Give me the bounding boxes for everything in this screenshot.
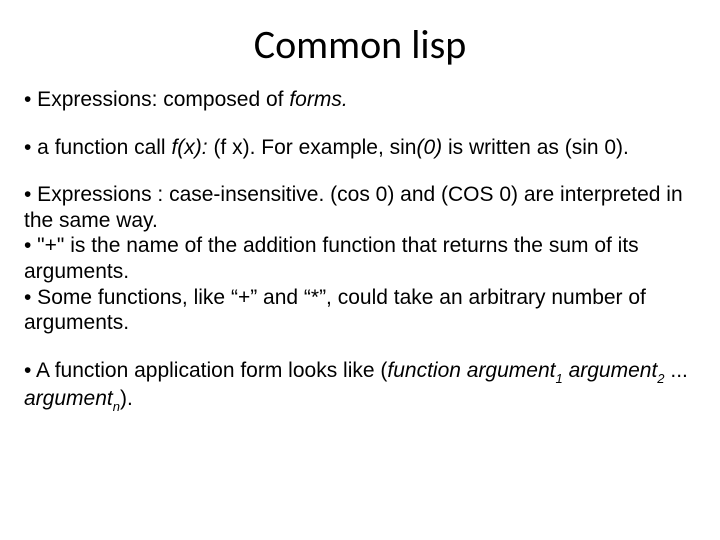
text-italic: argument: [563, 359, 658, 382]
slide-title: Common lisp: [24, 20, 696, 69]
bullet-case-insensitive: • Expressions : case-insensitive. (cos 0…: [24, 182, 696, 233]
text-ellipsis: ...: [665, 359, 688, 382]
text: is written as (sin 0).: [442, 136, 629, 159]
text-italic: (0): [417, 136, 443, 159]
text: • Expressions: composed of: [24, 88, 289, 111]
bullet-plus-name: • "+" is the name of the addition functi…: [24, 233, 696, 284]
bullet-function-call: • a function call f(x): (f x). For examp…: [24, 135, 696, 161]
text-italic: function argument: [387, 359, 555, 382]
text: • a function call: [24, 136, 171, 159]
slide-body: • Expressions: composed of forms. • a fu…: [24, 87, 696, 414]
subscript: n: [113, 399, 120, 414]
text-italic: argument: [24, 387, 113, 410]
text: (f x). For example, sin: [213, 136, 416, 159]
text: ).: [120, 387, 133, 410]
bullet-arbitrary-args: • Some functions, like “+” and “*”, coul…: [24, 285, 696, 336]
subscript: 2: [657, 371, 664, 386]
bullet-expressions-forms: • Expressions: composed of forms.: [24, 87, 696, 113]
text-italic: forms.: [289, 88, 347, 111]
subscript: 1: [555, 371, 562, 386]
text: • A function application form looks like: [24, 359, 380, 382]
text-italic: f(x):: [171, 136, 213, 159]
bullet-application-form: • A function application form looks like…: [24, 358, 696, 414]
